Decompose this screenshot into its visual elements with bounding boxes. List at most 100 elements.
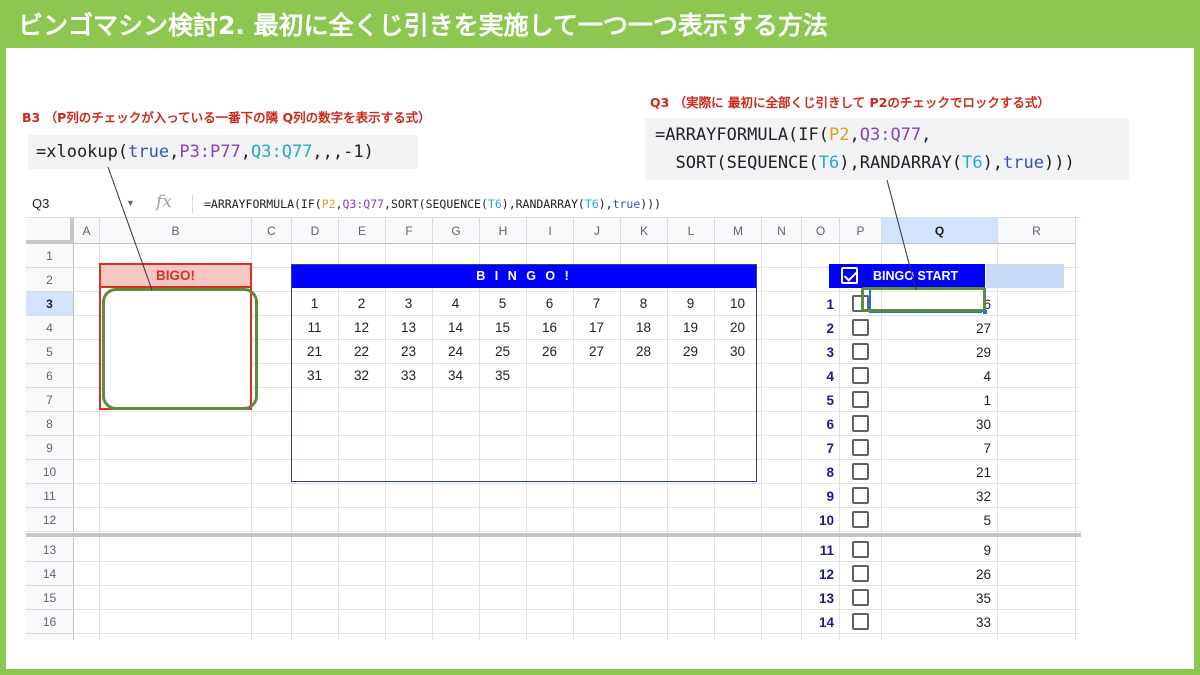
bingo-number-cell[interactable]: 19 — [667, 320, 714, 335]
bingo-number-cell[interactable]: 3 — [385, 296, 432, 311]
column-header-m[interactable]: M — [715, 218, 762, 244]
row-header-9[interactable]: 9 — [26, 436, 74, 460]
bingo-number-cell[interactable]: 15 — [479, 320, 526, 335]
drawn-value-cell[interactable]: 5 — [882, 513, 995, 528]
draw-checkbox[interactable] — [852, 415, 869, 432]
row-header-14[interactable]: 14 — [26, 562, 74, 586]
column-header-d[interactable]: D — [292, 218, 339, 244]
bingo-number-cell[interactable]: 25 — [479, 344, 526, 359]
bingo-number-cell[interactable]: 5 — [479, 296, 526, 311]
drawn-value-cell[interactable]: 4 — [882, 369, 995, 384]
column-header-e[interactable]: E — [339, 218, 386, 244]
formula-input[interactable]: =ARRAYFORMULA(IF(P2,Q3:Q77,SORT(SEQUENCE… — [204, 197, 661, 211]
drawn-value-cell[interactable]: 35 — [882, 591, 995, 606]
bingo-number-cell[interactable]: 16 — [526, 320, 573, 335]
bingo-number-cell[interactable]: 26 — [526, 344, 573, 359]
bingo-number-cell[interactable]: 8 — [620, 296, 667, 311]
bingo-number-cell[interactable]: 20 — [714, 320, 761, 335]
draw-checkbox[interactable] — [852, 589, 869, 606]
column-header-i[interactable]: I — [527, 218, 574, 244]
bingo-number-cell[interactable]: 30 — [714, 344, 761, 359]
draw-checkbox[interactable] — [852, 463, 869, 480]
column-header-j[interactable]: J — [574, 218, 621, 244]
bingo-number-cell[interactable]: 1 — [291, 296, 338, 311]
drawn-value-cell[interactable]: 27 — [882, 321, 995, 336]
row-header-12[interactable]: 12 — [26, 508, 74, 532]
column-header-g[interactable]: G — [433, 218, 480, 244]
bingo-number-cell[interactable]: 22 — [338, 344, 385, 359]
row-header-5[interactable]: 5 — [26, 340, 74, 364]
bingo-number-cell[interactable]: 23 — [385, 344, 432, 359]
bingo-number-cell[interactable]: 27 — [573, 344, 620, 359]
column-header-l[interactable]: L — [668, 218, 715, 244]
bingo-number-cell[interactable]: 28 — [620, 344, 667, 359]
bingo-number-cell[interactable]: 34 — [432, 368, 479, 383]
row-header-1[interactable]: 1 — [26, 244, 74, 268]
bingo-number-cell[interactable]: 17 — [573, 320, 620, 335]
row-header-4[interactable]: 4 — [26, 316, 74, 340]
column-header-o[interactable]: O — [802, 218, 840, 244]
column-header-p[interactable]: P — [840, 218, 882, 244]
row-header-15[interactable]: 15 — [26, 586, 74, 610]
bingo-number-cell[interactable]: 32 — [338, 368, 385, 383]
frozen-rows-divider[interactable] — [26, 533, 1081, 537]
row-header-17[interactable]: 17 — [26, 634, 74, 640]
bingo-number-cell[interactable]: 14 — [432, 320, 479, 335]
bingo-number-cell[interactable]: 12 — [338, 320, 385, 335]
row-header-6[interactable]: 6 — [26, 364, 74, 388]
name-box[interactable]: Q3 — [32, 196, 49, 211]
column-header-r[interactable]: R — [998, 218, 1076, 244]
column-header-q[interactable]: Q — [882, 218, 998, 244]
drawn-value-cell[interactable]: 26 — [882, 567, 995, 582]
row-header-16[interactable]: 16 — [26, 610, 74, 634]
draw-checkbox[interactable] — [852, 367, 869, 384]
row-header-11[interactable]: 11 — [26, 484, 74, 508]
name-box-dropdown-icon[interactable]: ▼ — [126, 198, 135, 208]
column-header-a[interactable]: A — [74, 218, 100, 244]
bigo-header-cell[interactable]: BIGO! — [99, 263, 252, 288]
draw-checkbox[interactable] — [852, 343, 869, 360]
column-header-c[interactable]: C — [252, 218, 292, 244]
column-header-b[interactable]: B — [100, 218, 252, 244]
bingo-number-cell[interactable]: 35 — [479, 368, 526, 383]
row-header-2[interactable]: 2 — [26, 268, 74, 292]
bingo-number-cell[interactable]: 4 — [432, 296, 479, 311]
drawn-value-cell[interactable]: 33 — [882, 615, 995, 630]
bingo-number-cell[interactable]: 31 — [291, 368, 338, 383]
column-header-k[interactable]: K — [621, 218, 668, 244]
drawn-value-cell[interactable]: 29 — [882, 345, 995, 360]
bingo-number-cell[interactable]: 6 — [526, 296, 573, 311]
column-header-n[interactable]: N — [762, 218, 802, 244]
bingo-number-cell[interactable]: 2 — [338, 296, 385, 311]
bingo-number-cell[interactable]: 11 — [291, 320, 338, 335]
bingo-number-cell[interactable]: 9 — [667, 296, 714, 311]
drawn-value-cell[interactable]: 9 — [882, 543, 995, 558]
drawn-value-cell[interactable]: 30 — [882, 417, 995, 432]
draw-checkbox[interactable] — [852, 487, 869, 504]
draw-checkbox[interactable] — [852, 541, 869, 558]
row-header-10[interactable]: 10 — [26, 460, 74, 484]
bingo-number-cell[interactable]: 13 — [385, 320, 432, 335]
row-header-8[interactable]: 8 — [26, 412, 74, 436]
select-all-corner[interactable] — [26, 218, 74, 244]
bingo-number-cell[interactable]: 24 — [432, 344, 479, 359]
drawn-value-cell[interactable]: 32 — [882, 489, 995, 504]
draw-checkbox[interactable] — [852, 391, 869, 408]
start-checkbox[interactable] — [841, 267, 858, 284]
draw-checkbox[interactable] — [852, 439, 869, 456]
bingo-number-cell[interactable]: 7 — [573, 296, 620, 311]
draw-checkbox[interactable] — [852, 511, 869, 528]
draw-checkbox[interactable] — [852, 613, 869, 630]
row-header-3[interactable]: 3 — [26, 292, 74, 316]
drawn-value-cell[interactable]: 1 — [882, 393, 995, 408]
drawn-value-cell[interactable]: 7 — [882, 441, 995, 456]
bingo-number-cell[interactable]: 21 — [291, 344, 338, 359]
bingo-number-cell[interactable]: 29 — [667, 344, 714, 359]
draw-checkbox[interactable] — [852, 565, 869, 582]
bingo-number-cell[interactable]: 18 — [620, 320, 667, 335]
row-header-13[interactable]: 13 — [26, 538, 74, 562]
drawn-value-cell[interactable]: 21 — [882, 465, 995, 480]
column-header-h[interactable]: H — [480, 218, 527, 244]
column-header-f[interactable]: F — [386, 218, 433, 244]
bingo-number-cell[interactable]: 10 — [714, 296, 761, 311]
